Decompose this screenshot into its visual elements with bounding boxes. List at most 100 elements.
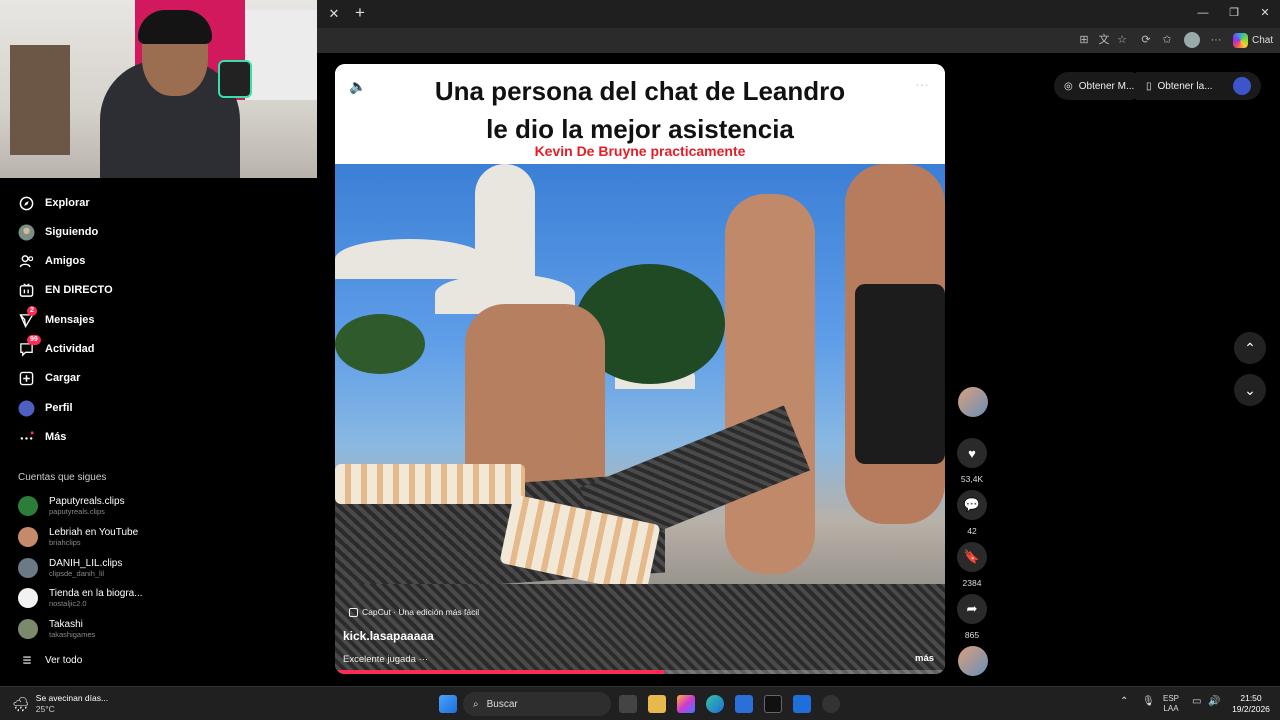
- following-account[interactable]: Paputyreals.clips paputyreals.clips: [18, 494, 125, 518]
- favorites-icon[interactable]: ✩: [1159, 32, 1175, 48]
- creator-avatar[interactable]: [958, 387, 988, 417]
- compass-icon: [18, 195, 35, 212]
- following-account[interactable]: Takashi takashigames: [18, 617, 95, 641]
- sidebar-item-actividad[interactable]: 99 Actividad: [18, 334, 95, 361]
- capcut-tag[interactable]: CapCut · Una edición más fácil: [349, 607, 479, 617]
- list-icon: [18, 652, 35, 669]
- heart-icon: ♥: [957, 438, 987, 468]
- video-title-line2: le dio la mejor asistencia: [486, 114, 794, 144]
- messages-badge: 2: [27, 305, 37, 316]
- copilot-chat-button[interactable]: Chat: [1233, 31, 1273, 50]
- video-progress-bar[interactable]: [335, 670, 945, 674]
- app-icon[interactable]: [822, 695, 840, 713]
- like-button[interactable]: ♥ 53,4K: [957, 438, 987, 484]
- file-explorer-icon[interactable]: [648, 695, 666, 713]
- sound-avatar[interactable]: [958, 646, 988, 676]
- restore-icon[interactable]: ❐: [1224, 4, 1244, 22]
- sidebar: Explorar Siguiendo Amigos EN DIRECTO 2 M…: [0, 178, 317, 686]
- minimize-icon[interactable]: —: [1193, 4, 1213, 22]
- network-icon[interactable]: ▭: [1192, 696, 1201, 707]
- sidebar-item-perfil[interactable]: Perfil: [18, 396, 73, 420]
- get-desktop-button[interactable]: ▯ Obtener la...: [1136, 72, 1261, 100]
- copilot-icon[interactable]: [677, 695, 695, 713]
- video-frame: [335, 164, 945, 674]
- volume-icon[interactable]: 🔈: [349, 78, 366, 95]
- app-icon[interactable]: [764, 695, 782, 713]
- save-count: 2384: [962, 578, 982, 588]
- avatar: [18, 496, 38, 516]
- windows-start-icon[interactable]: [439, 695, 457, 713]
- following-account[interactable]: DANIH_LIL.clips clipsde_danih_lil: [18, 556, 122, 580]
- video-title-line1: Una persona del chat de Leandro: [434, 76, 846, 106]
- sidebar-item-siguiendo[interactable]: Siguiendo: [18, 220, 98, 244]
- search-icon: ⌕: [473, 698, 479, 710]
- app-icon: ◎: [1064, 80, 1073, 92]
- extensions-icon[interactable]: ⟳: [1138, 32, 1154, 48]
- sidebar-item-explorar[interactable]: Explorar: [18, 191, 90, 215]
- comment-button[interactable]: 💬 42: [957, 490, 987, 536]
- weather-widget[interactable]: 🌧 Se avecinan días... 25°C: [12, 693, 108, 715]
- close-window-icon[interactable]: ✕: [1255, 4, 1275, 22]
- video-description: Excelente jugada ···: [343, 654, 429, 665]
- sidebar-item-cargar[interactable]: Cargar: [18, 366, 80, 390]
- see-all-link[interactable]: Ver todo: [18, 648, 82, 672]
- comment-count: 42: [967, 526, 977, 536]
- profile-avatar[interactable]: [1232, 77, 1251, 95]
- save-button[interactable]: 🔖 2384: [957, 542, 987, 588]
- menu-icon[interactable]: ···: [1208, 32, 1224, 48]
- progress-fill: [335, 670, 665, 674]
- webcam-overlay: [0, 0, 317, 178]
- sidebar-item-mas[interactable]: Más: [18, 425, 66, 449]
- favorite-icon[interactable]: ☆: [1114, 32, 1130, 48]
- video-player[interactable]: Una persona del chat de Leandro le dio l…: [335, 64, 945, 674]
- profile-icon: [18, 400, 35, 417]
- microphone-icon[interactable]: 🎙: [1142, 696, 1155, 707]
- profile-avatar[interactable]: [1184, 32, 1200, 48]
- task-view-icon[interactable]: [619, 695, 637, 713]
- shield-icon[interactable]: [793, 695, 811, 713]
- tab-bar: ✕ + — ❐ ✕: [317, 0, 1280, 28]
- close-tab-icon[interactable]: ✕: [325, 5, 343, 23]
- live-icon: [18, 282, 35, 299]
- following-avatar-icon: [18, 224, 35, 241]
- avatar: [18, 527, 38, 547]
- more-description-button[interactable]: más: [915, 653, 934, 664]
- edge-icon[interactable]: [706, 695, 724, 713]
- video-author[interactable]: kick.lasapaaaaa: [343, 629, 434, 643]
- more-options-icon[interactable]: ···: [915, 76, 929, 92]
- upload-plus-icon: [18, 370, 35, 387]
- share-count: 865: [964, 630, 980, 640]
- app-icon[interactable]: ⊞: [1076, 32, 1092, 48]
- volume-icon[interactable]: 🔊: [1208, 696, 1220, 707]
- phone-icon: ▯: [1146, 80, 1152, 92]
- following-account[interactable]: Lebriah en YouTube briahclips: [18, 525, 138, 549]
- translate-icon[interactable]: 文: [1096, 32, 1112, 48]
- activity-icon: 99: [18, 334, 41, 358]
- send-icon: 2: [18, 305, 37, 329]
- share-icon: ➦: [957, 594, 987, 624]
- rain-cloud-icon: 🌧: [12, 695, 30, 712]
- share-button[interactable]: ➦ 865: [957, 594, 987, 640]
- sidebar-item-amigos[interactable]: Amigos: [18, 249, 85, 273]
- clock[interactable]: 21:50 19/2/2026: [1226, 693, 1276, 715]
- taskbar-search[interactable]: ⌕ Buscar: [463, 692, 611, 716]
- chevron-up-icon[interactable]: ⌃: [1120, 696, 1128, 707]
- following-account[interactable]: Tienda en la biogra... nostaljic2.0: [18, 586, 143, 610]
- copilot-icon: [1233, 33, 1248, 48]
- sidebar-item-mensajes[interactable]: 2 Mensajes: [18, 305, 95, 332]
- store-icon[interactable]: [735, 695, 753, 713]
- previous-video-button[interactable]: ⌃: [1234, 332, 1266, 364]
- new-tab-button[interactable]: +: [351, 4, 369, 22]
- next-video-button[interactable]: ⌄: [1234, 374, 1266, 406]
- following-section-title: Cuentas que sigues: [18, 472, 107, 483]
- get-app-button[interactable]: ◎ Obtener M...: [1054, 72, 1145, 100]
- bookmark-icon: 🔖: [957, 542, 987, 572]
- sidebar-item-en-directo[interactable]: EN DIRECTO: [18, 278, 113, 302]
- dots-icon: [18, 429, 35, 446]
- activity-badge: 99: [27, 334, 41, 345]
- like-count: 53,4K: [960, 474, 984, 484]
- comment-icon: 💬: [957, 490, 987, 520]
- language-indicator[interactable]: ESP LAA: [1163, 694, 1179, 714]
- people-icon: [18, 253, 35, 270]
- avatar: [18, 619, 38, 639]
